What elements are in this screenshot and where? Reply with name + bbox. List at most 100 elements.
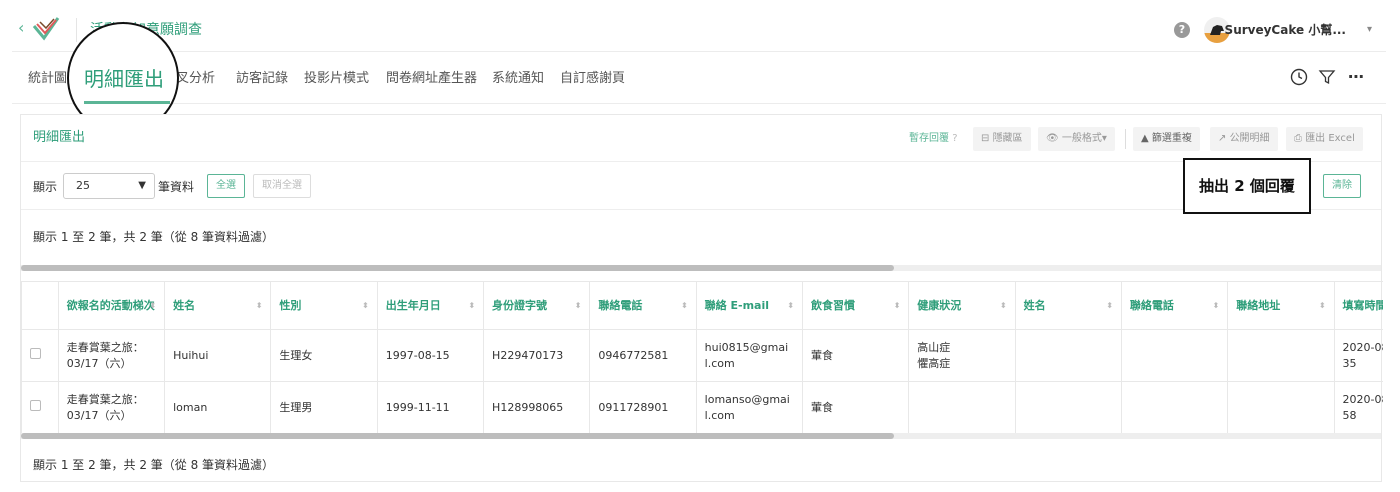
horizontal-scrollbar-top[interactable] bbox=[21, 265, 1381, 271]
panel-title: 明細匯出 bbox=[33, 130, 86, 145]
column-header[interactable]: 姓名 ⬍ bbox=[164, 281, 272, 330]
sort-icon: ⬍ bbox=[1106, 301, 1113, 310]
export-excel-button[interactable]: ⎙ 匯出 Excel bbox=[1286, 127, 1363, 151]
table-header-row: 欲報名的活動梯次 ⬍ 姓名 ⬍ 性別 ⬍ 出生年月日 ⬍ 身份證字號 ⬍ 聯絡電話 ⬍ 聯絡… bbox=[21, 281, 1383, 330]
sort-icon: ⬍ bbox=[999, 301, 1007, 310]
row-checkbox[interactable] bbox=[30, 347, 41, 359]
divider bbox=[21, 161, 1381, 162]
sort-icon: ⬍ bbox=[893, 301, 901, 310]
page-size-value: 25 bbox=[76, 179, 90, 192]
clear-button[interactable]: 清除 bbox=[1323, 174, 1361, 198]
table-cell: loman bbox=[164, 381, 272, 433]
sort-icon: ⬍ bbox=[574, 301, 582, 310]
column-header[interactable]: 姓名 ⬍ bbox=[1014, 281, 1122, 330]
results-table: 欲報名的活動梯次 ⬍ 姓名 ⬍ 性別 ⬍ 出生年月日 ⬍ 身份證字號 ⬍ 聯絡電話 ⬍ 聯絡… bbox=[21, 281, 1383, 433]
column-header[interactable]: 欲報名的活動梯次 ⬍ bbox=[57, 281, 166, 330]
table-cell: 0946772581 bbox=[589, 329, 697, 382]
sort-icon: ⬍ bbox=[468, 301, 476, 310]
table-cell: 生理男 bbox=[270, 381, 378, 433]
table-cell bbox=[1227, 381, 1335, 433]
deselect-all-button[interactable]: 取消全選 bbox=[253, 174, 311, 198]
save-reply-button[interactable]: 暫存回覆 ? bbox=[909, 127, 958, 151]
user-name[interactable]: SurveyCake 小幫... bbox=[1225, 22, 1346, 38]
divider bbox=[1125, 129, 1126, 149]
records-label: 筆資料 bbox=[158, 180, 195, 194]
chevron-down-icon: ▼ bbox=[138, 180, 146, 191]
column-header[interactable]: 身份證字號 ⬍ bbox=[483, 281, 591, 330]
table-cell: 1997-08-15 bbox=[376, 329, 485, 382]
table-cell: 葷食 bbox=[801, 381, 910, 433]
column-header[interactable]: 聯絡電話 ⬍ bbox=[589, 281, 697, 330]
table-cell: 生理女 bbox=[270, 329, 378, 382]
column-header[interactable]: 健康狀況 ⬍ bbox=[908, 281, 1016, 330]
table-cell: Huihui bbox=[164, 329, 272, 382]
tab-notifications[interactable]: 系統通知 bbox=[492, 70, 544, 88]
scrollbar-thumb[interactable] bbox=[21, 433, 894, 439]
table-cell: 葷食 bbox=[801, 329, 910, 382]
public-details-button[interactable]: ↗ 公開明細 bbox=[1210, 127, 1278, 151]
page-size-select[interactable]: 25 ▼ bbox=[63, 173, 155, 199]
table-cell bbox=[1120, 381, 1229, 433]
table-cell: H229470173 bbox=[483, 329, 591, 382]
active-tab-indicator bbox=[84, 101, 170, 104]
sort-icon: ⬍ bbox=[149, 301, 157, 310]
divider bbox=[21, 209, 1381, 210]
result-info-top: 顯示 1 至 2 筆，共 2 筆（從 8 筆資料過濾） bbox=[33, 230, 275, 244]
results-table-wrap: 欲報名的活動梯次 ⬍ 姓名 ⬍ 性別 ⬍ 出生年月日 ⬍ 身份證字號 ⬍ 聯絡電話 ⬍ 聯絡… bbox=[21, 281, 1383, 433]
row-checkbox[interactable] bbox=[30, 399, 41, 411]
hide-area-button[interactable]: ⊟ 隱藏區 bbox=[973, 127, 1031, 151]
table-cell: 高山症 懼高症 bbox=[908, 329, 1016, 382]
scrollbar-thumb[interactable] bbox=[21, 265, 894, 271]
table-cell: 2020-08-03 10:35 bbox=[1333, 329, 1383, 382]
table-cell bbox=[908, 381, 1016, 433]
tab-visitor-log[interactable]: 訪客記錄 bbox=[236, 70, 288, 88]
horizontal-scrollbar-bottom[interactable] bbox=[21, 433, 1381, 439]
tab-statistics[interactable]: 統計圖 bbox=[28, 70, 67, 88]
tab-cross-analysis[interactable]: 叉分析 bbox=[176, 70, 215, 88]
sort-icon: ⬍ bbox=[680, 301, 688, 310]
table-cell: 1999-11-11 bbox=[376, 381, 485, 433]
clock-icon[interactable] bbox=[1290, 68, 1308, 86]
table-cell: hui0815@gmail.com bbox=[695, 329, 803, 382]
table-row[interactable]: 走春賞葉之旅：03/17（六） Huihui 生理女 1997-08-15 H2… bbox=[21, 329, 1383, 382]
column-header[interactable]: 聯絡 E-mail ⬍ bbox=[695, 281, 803, 330]
tab-url-generator[interactable]: 問卷網址產生器 bbox=[386, 70, 477, 88]
divider bbox=[76, 18, 77, 42]
table-cell bbox=[1227, 329, 1335, 382]
tab-slideshow[interactable]: 投影片模式 bbox=[304, 70, 369, 88]
table-row[interactable]: 走春賞葉之旅：03/17（六） loman 生理男 1999-11-11 H12… bbox=[21, 381, 1383, 433]
column-header[interactable]: 填寫時間 bbox=[1333, 281, 1383, 330]
more-icon[interactable]: ⋯ bbox=[1348, 68, 1364, 86]
table-cell bbox=[1014, 329, 1122, 382]
chevron-left-icon[interactable]: ‹ bbox=[18, 18, 24, 38]
column-header[interactable]: 出生年月日 ⬍ bbox=[376, 281, 485, 330]
filter-duplicates-button[interactable]: ▲ 篩選重複 bbox=[1133, 127, 1200, 151]
table-cell bbox=[1120, 329, 1229, 382]
question-icon[interactable]: ? bbox=[1174, 22, 1190, 38]
result-info-bottom: 顯示 1 至 2 筆，共 2 筆（從 8 筆資料過濾） bbox=[33, 458, 275, 472]
sort-icon: ⬍ bbox=[787, 301, 794, 310]
row-checkbox-cell bbox=[21, 329, 59, 382]
table-cell: 走春賞葉之旅：03/17（六） bbox=[57, 329, 166, 382]
format-dropdown[interactable]: 👁 一般格式▾ bbox=[1038, 127, 1115, 151]
table-cell: 走春賞葉之旅：03/17（六） bbox=[57, 381, 166, 433]
sort-icon: ⬍ bbox=[362, 301, 369, 310]
column-header[interactable]: 飲食習慣 ⬍ bbox=[801, 281, 910, 330]
select-all-button[interactable]: 全選 bbox=[207, 174, 245, 198]
filter-icon[interactable] bbox=[1318, 68, 1336, 86]
row-checkbox-cell bbox=[21, 381, 59, 433]
export-panel: 明細匯出 暫存回覆 ? ⊟ 隱藏區 👁 一般格式▾ ▲ 篩選重複 ↗ 公開明細 … bbox=[20, 114, 1383, 482]
table-cell: H128998065 bbox=[483, 381, 591, 433]
select-column-header bbox=[21, 281, 59, 330]
chevron-down-icon[interactable]: ▾ bbox=[1367, 22, 1372, 38]
tab-export-details[interactable]: 明細匯出 bbox=[84, 66, 164, 92]
show-label: 顯示 bbox=[33, 180, 58, 194]
tab-thank-you-page[interactable]: 自訂感謝頁 bbox=[560, 70, 625, 88]
table-cell: 0911728901 bbox=[589, 381, 697, 433]
column-header[interactable]: 聯絡地址 ⬍ bbox=[1227, 281, 1335, 330]
sort-icon: ⬍ bbox=[1212, 301, 1220, 310]
top-bar: ‹ 活動參加意願調查 ? SurveyCake 小幫... ▾ bbox=[12, 8, 1386, 52]
table-cell: lomanso@gmail.com bbox=[695, 381, 803, 433]
column-header[interactable]: 性別 ⬍ bbox=[270, 281, 378, 330]
column-header[interactable]: 聯絡電話 ⬍ bbox=[1120, 281, 1229, 330]
